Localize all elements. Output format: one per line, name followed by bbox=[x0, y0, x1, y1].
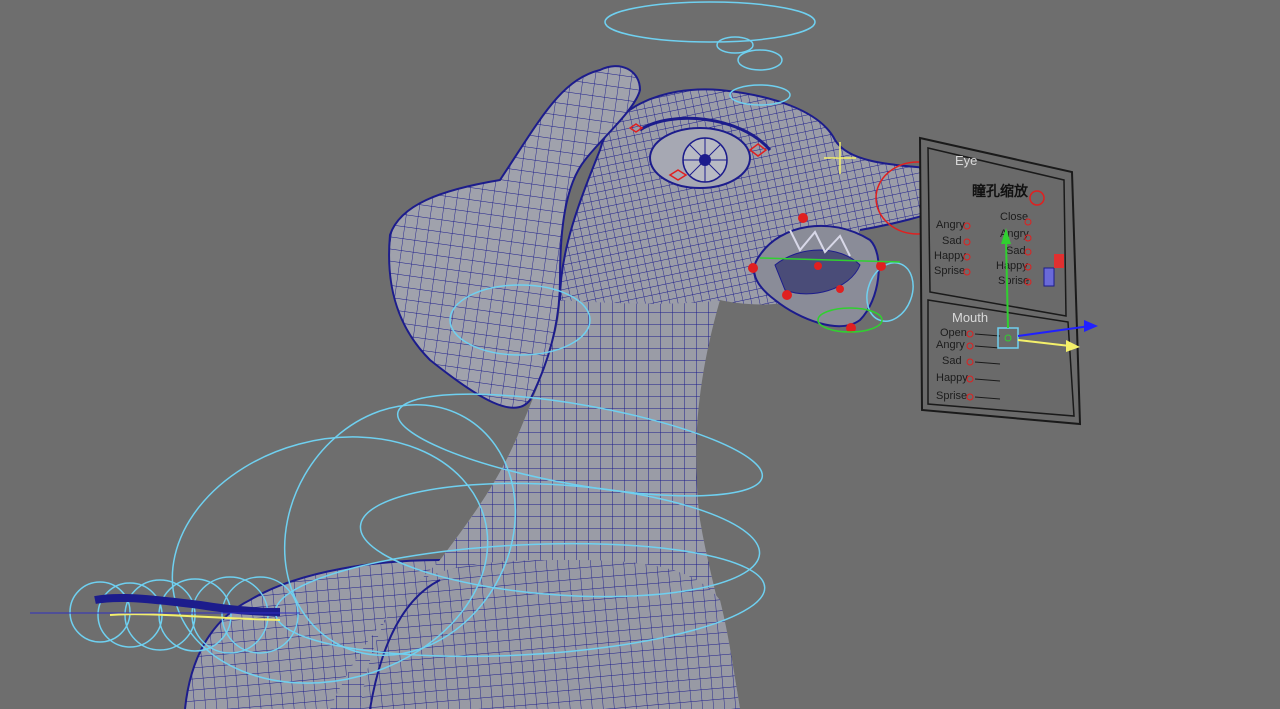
maya-3d-viewport[interactable]: Eye 瞳孔缩放 Angry Sad Happy Sprise Close An… bbox=[0, 0, 1280, 709]
dog-rig-scene[interactable] bbox=[0, 0, 1280, 709]
dog-mouth[interactable] bbox=[753, 224, 880, 328]
